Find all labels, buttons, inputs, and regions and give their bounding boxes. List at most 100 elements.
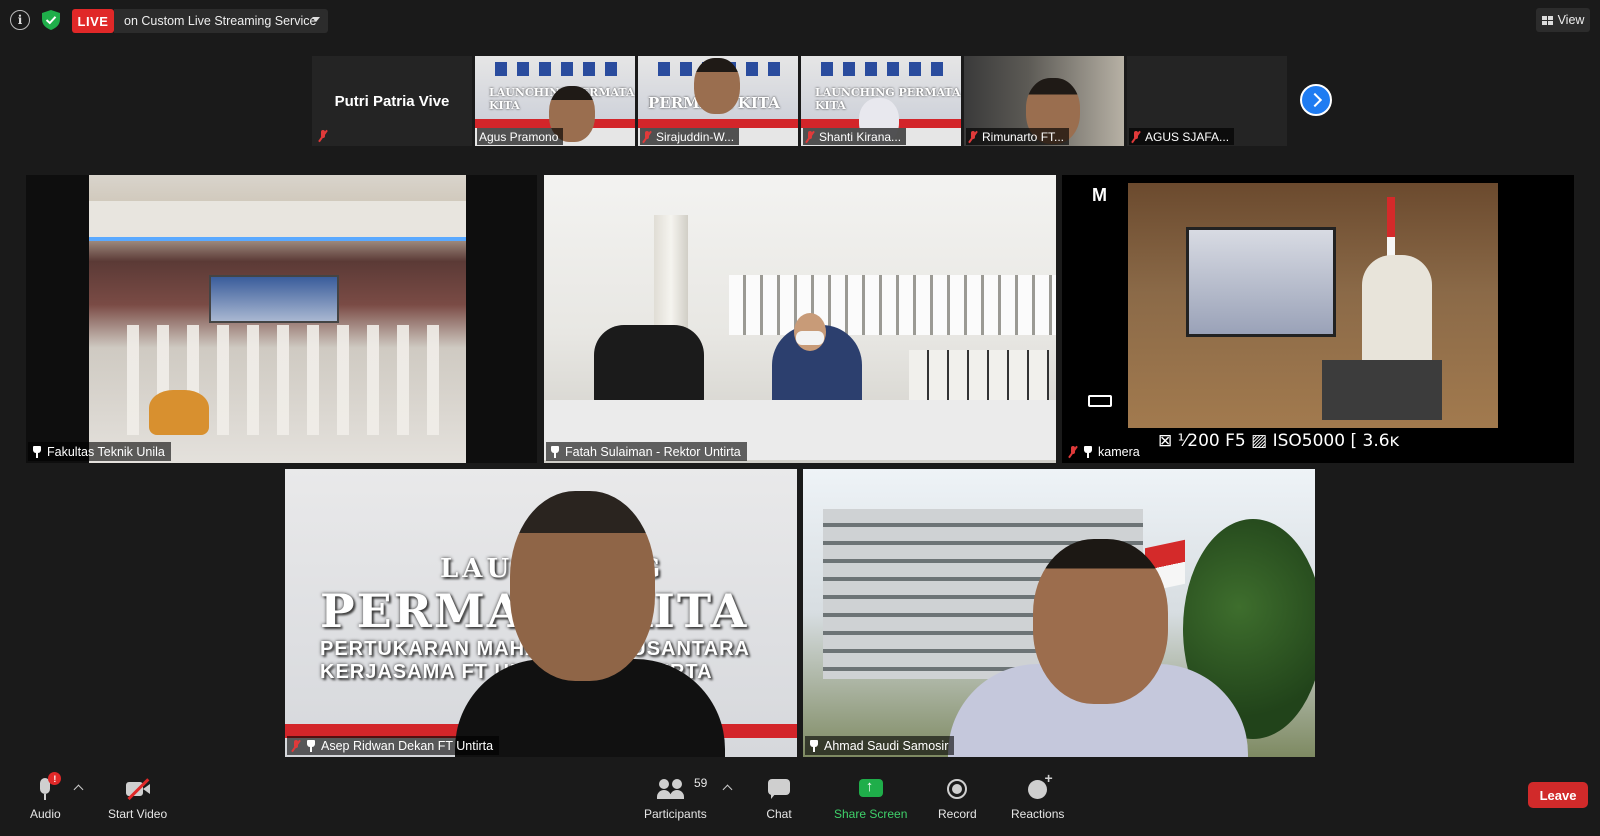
- participant-label: kamera: [1064, 442, 1146, 461]
- participant-label: Rimunarto FT...: [966, 128, 1070, 145]
- smiley-icon: [1025, 770, 1053, 802]
- participant-name: Sirajuddin-W...: [656, 130, 735, 144]
- audio-button[interactable]: ! Audio: [30, 772, 62, 821]
- participant-name: Asep Ridwan Dekan FT Untirta: [321, 738, 494, 753]
- audio-options-caret[interactable]: [73, 784, 84, 795]
- view-label: View: [1557, 13, 1585, 27]
- participant-name: Fakultas Teknik Unila: [47, 444, 165, 459]
- chat-button[interactable]: Chat: [766, 776, 792, 821]
- ceiling: [89, 201, 466, 241]
- caret-down-icon: [312, 17, 320, 22]
- microphone-icon: !: [32, 772, 62, 802]
- start-video-label: Start Video: [108, 807, 168, 821]
- participant-name: AGUS SJAFA...: [1145, 130, 1230, 144]
- video-off-slash: [127, 778, 149, 800]
- participant-label: Ahmad Saudi Samosir: [805, 736, 955, 755]
- participant-face: [510, 491, 655, 681]
- stage-screen: [209, 275, 339, 323]
- video-feed: LAUNCHING PERMATA KITA PERTUKARAN MAHASI…: [285, 469, 797, 757]
- mic-muted-icon: [1068, 445, 1078, 458]
- mic-muted-icon: [291, 739, 301, 752]
- reactions-label: Reactions: [1011, 807, 1065, 821]
- participant-label: Shanti Kirana...: [803, 128, 907, 145]
- participants-icon: [657, 776, 693, 802]
- video-feed: [803, 469, 1315, 757]
- pin-icon: [1083, 445, 1093, 458]
- info-icon[interactable]: i: [10, 10, 30, 30]
- logo-row: [495, 62, 625, 76]
- pin-icon: [32, 445, 42, 458]
- participant-filmstrip: Putri Patria Vive LAUNCHING PERMATA KITA…: [312, 56, 1287, 146]
- record-label: Record: [938, 807, 977, 821]
- next-page-button[interactable]: [1300, 84, 1332, 116]
- filmstrip-tile[interactable]: LAUNCHING PERMATA KITA Agus Pramono: [475, 56, 635, 146]
- shield-icon[interactable]: [40, 9, 62, 31]
- pin-icon: [809, 739, 819, 752]
- participant-name: Fatah Sulaiman - Rektor Untirta: [565, 444, 741, 459]
- video-tile[interactable]: M ⊠ ¹⁄200 F5 ▨ ISO5000 [ 3.6ĸ kamera: [1062, 175, 1574, 463]
- speaker-figure: [1362, 255, 1432, 365]
- participant-label: Fatah Sulaiman - Rektor Untirta: [546, 442, 747, 461]
- chat-icon: [766, 776, 792, 802]
- mic-muted-icon: [805, 131, 815, 143]
- live-badge[interactable]: LIVE: [72, 9, 114, 33]
- participant-label: Sirajuddin-W...: [640, 128, 740, 145]
- video-tile[interactable]: Ahmad Saudi Samosir: [803, 469, 1315, 757]
- start-video-button[interactable]: Start Video: [108, 776, 167, 821]
- participant-name: Ahmad Saudi Samosir: [824, 738, 949, 753]
- mic-muted-icon: [968, 131, 978, 143]
- view-button[interactable]: View: [1536, 8, 1590, 32]
- live-service-dropdown[interactable]: on Custom Live Streaming Service: [114, 9, 328, 33]
- filmstrip-tile[interactable]: PERMATA KITA Sirajuddin-W...: [638, 56, 798, 146]
- video-tile[interactable]: LAUNCHING PERMATA KITA PERTUKARAN MAHASI…: [285, 469, 797, 757]
- grid-view-icon: [1541, 15, 1553, 25]
- filmstrip-tile[interactable]: AGUS SJAFA...: [1127, 56, 1287, 146]
- participant-name: kamera: [1098, 444, 1140, 459]
- participant-label: Agus Pramono: [477, 128, 564, 145]
- video-feed: [89, 175, 466, 463]
- video-tile[interactable]: Fatah Sulaiman - Rektor Untirta: [544, 175, 1056, 463]
- chat-label: Chat: [766, 807, 792, 821]
- participants-options-caret[interactable]: [722, 784, 733, 795]
- participant-face: [694, 58, 740, 114]
- pin-icon: [306, 739, 316, 752]
- office-windows: [729, 275, 1056, 335]
- audio-alert-badge: !: [48, 772, 62, 785]
- battery-icon: [1088, 395, 1112, 407]
- face-mask: [796, 331, 824, 345]
- participant-name: Shanti Kirana...: [819, 130, 902, 144]
- meeting-toolbar: ! Audio Start Video Participants 59 Chat…: [0, 770, 1600, 836]
- audio-label: Audio: [30, 807, 61, 821]
- mic-muted-icon: [1131, 131, 1141, 143]
- podium: [1322, 360, 1442, 420]
- share-screen-icon: [858, 776, 884, 802]
- mic-muted-icon: [642, 131, 652, 143]
- chair-ribbon: [149, 390, 209, 435]
- participant-name: Rimunarto FT...: [982, 130, 1065, 144]
- participant-name: Agus Pramono: [479, 130, 559, 144]
- video-tile[interactable]: Fakultas Teknik Unila: [26, 175, 537, 463]
- filmstrip-tile[interactable]: Rimunarto FT...: [964, 56, 1124, 146]
- participant-label: Fakultas Teknik Unila: [28, 442, 171, 461]
- participants-count: 59: [694, 776, 708, 790]
- participant-name: Putri Patria Vive: [334, 92, 450, 110]
- camera-readout: ⊠ ¹⁄200 F5 ▨ ISO5000 [ 3.6ĸ: [1158, 431, 1400, 451]
- mic-muted-icon: [318, 130, 328, 142]
- logo-row: [821, 62, 951, 76]
- share-screen-button[interactable]: Share Screen: [834, 776, 907, 821]
- filmstrip-tile[interactable]: LAUNCHING PERMATA KITA Shanti Kirana...: [801, 56, 961, 146]
- filmstrip-tile[interactable]: Putri Patria Vive: [312, 56, 472, 146]
- camera-mode: M: [1092, 185, 1107, 205]
- participant-label: AGUS SJAFA...: [1129, 128, 1235, 145]
- record-button[interactable]: Record: [938, 776, 977, 821]
- office-chair: [594, 325, 704, 405]
- video-feed: [544, 175, 1056, 463]
- event-monitor: [1186, 227, 1336, 337]
- leave-button[interactable]: Leave: [1528, 782, 1588, 808]
- participant-label: Asep Ridwan Dekan FT Untirta: [287, 736, 500, 755]
- record-icon: [944, 776, 970, 802]
- share-screen-label: Share Screen: [834, 807, 908, 821]
- pin-icon: [550, 445, 560, 458]
- participants-label: Participants: [644, 807, 707, 821]
- reactions-button[interactable]: Reactions: [1011, 770, 1065, 821]
